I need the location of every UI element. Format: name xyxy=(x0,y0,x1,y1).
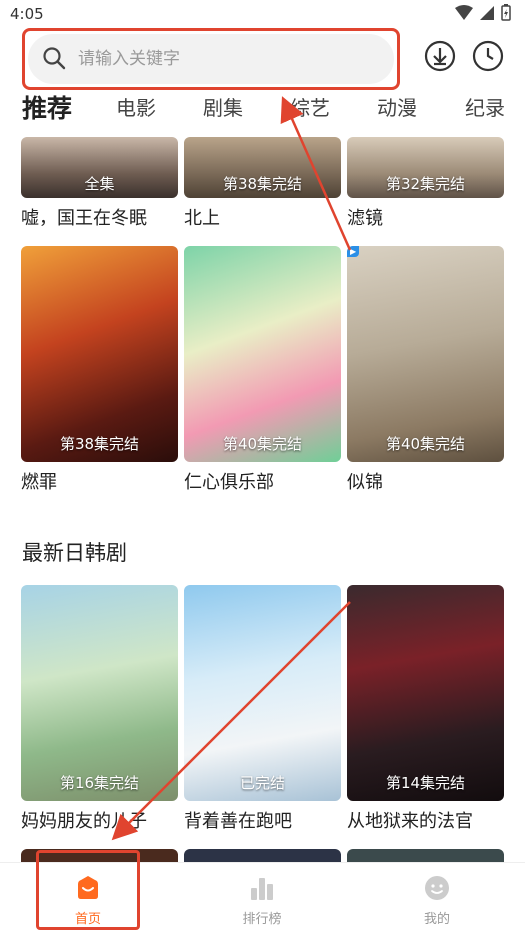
search-input[interactable] xyxy=(78,34,378,84)
search-icon xyxy=(43,47,66,70)
poster-image: 已完结 xyxy=(184,585,341,801)
video-title: 从地狱来的法官 xyxy=(347,811,473,832)
episode-badge: 全集 xyxy=(84,175,115,193)
battery-icon xyxy=(501,4,511,21)
status-icons xyxy=(455,4,511,21)
poster-image: 第16集完结 xyxy=(21,585,178,801)
nav-ranking[interactable]: 排行榜 xyxy=(202,863,322,933)
wifi-icon xyxy=(455,4,473,20)
episode-badge: 第14集完结 xyxy=(385,774,466,792)
episode-badge: 第38集完结 xyxy=(222,175,303,193)
poster-image: 第38集完结 xyxy=(21,246,178,462)
tab-variety[interactable]: 综艺 xyxy=(290,92,330,121)
poster-image: ▶ 第40集完结 xyxy=(347,246,504,462)
episode-badge: 第16集完结 xyxy=(59,774,140,792)
episode-badge: 第38集完结 xyxy=(59,435,140,453)
nav-label: 排行榜 xyxy=(242,912,282,927)
tab-recommend[interactable]: 推荐 xyxy=(22,89,72,125)
video-title: 北上 xyxy=(184,208,220,229)
search-box[interactable] xyxy=(28,34,394,84)
nav-label: 首页 xyxy=(74,912,101,927)
history-clock-icon[interactable] xyxy=(472,40,504,72)
tab-anime[interactable]: 动漫 xyxy=(377,92,417,121)
video-title: 仁心俱乐部 xyxy=(184,472,274,493)
episode-badge: 第40集完结 xyxy=(385,435,466,453)
poster-image: 第38集完结 xyxy=(184,137,341,198)
tab-series[interactable]: 剧集 xyxy=(203,92,243,121)
nav-profile[interactable]: 我的 xyxy=(377,863,497,933)
video-title: 妈妈朋友的儿子 xyxy=(21,811,147,832)
video-title: 似锦 xyxy=(347,472,383,493)
poster-image: 第14集完结 xyxy=(347,585,504,801)
bottom-nav: 首页 排行榜 我的 xyxy=(0,862,525,933)
app-screen: 4:05 推荐 电影 剧集 综艺 动漫 纪录 全集 xyxy=(0,0,525,933)
status-bar: 4:05 xyxy=(0,0,525,28)
nav-home[interactable]: 首页 xyxy=(28,863,148,933)
download-icon[interactable] xyxy=(424,40,456,72)
nav-label: 我的 xyxy=(423,912,450,927)
poster-image: 第40集完结 xyxy=(184,246,341,462)
profile-face-icon xyxy=(425,876,449,900)
video-title: 嘘，国王在冬眠 xyxy=(21,208,147,229)
home-icon xyxy=(78,876,98,899)
tab-documentary[interactable]: 纪录 xyxy=(465,92,505,121)
video-title: 滤镜 xyxy=(347,208,383,229)
signal-icon xyxy=(480,5,494,20)
video-title: 背着善在跑吧 xyxy=(184,811,292,832)
bar-chart-icon xyxy=(251,878,273,900)
tab-movie[interactable]: 电影 xyxy=(116,92,156,121)
poster-image: 第32集完结 xyxy=(347,137,504,198)
section-title: 最新日韩剧 xyxy=(22,541,127,565)
episode-badge: 第32集完结 xyxy=(385,175,466,193)
episode-badge: 第40集完结 xyxy=(222,435,303,453)
status-time: 4:05 xyxy=(10,5,44,23)
episode-badge: 已完结 xyxy=(239,774,285,792)
platform-tag: ▶ xyxy=(347,246,360,257)
poster-image: 全集 xyxy=(21,137,178,198)
video-title: 燃罪 xyxy=(21,472,57,493)
